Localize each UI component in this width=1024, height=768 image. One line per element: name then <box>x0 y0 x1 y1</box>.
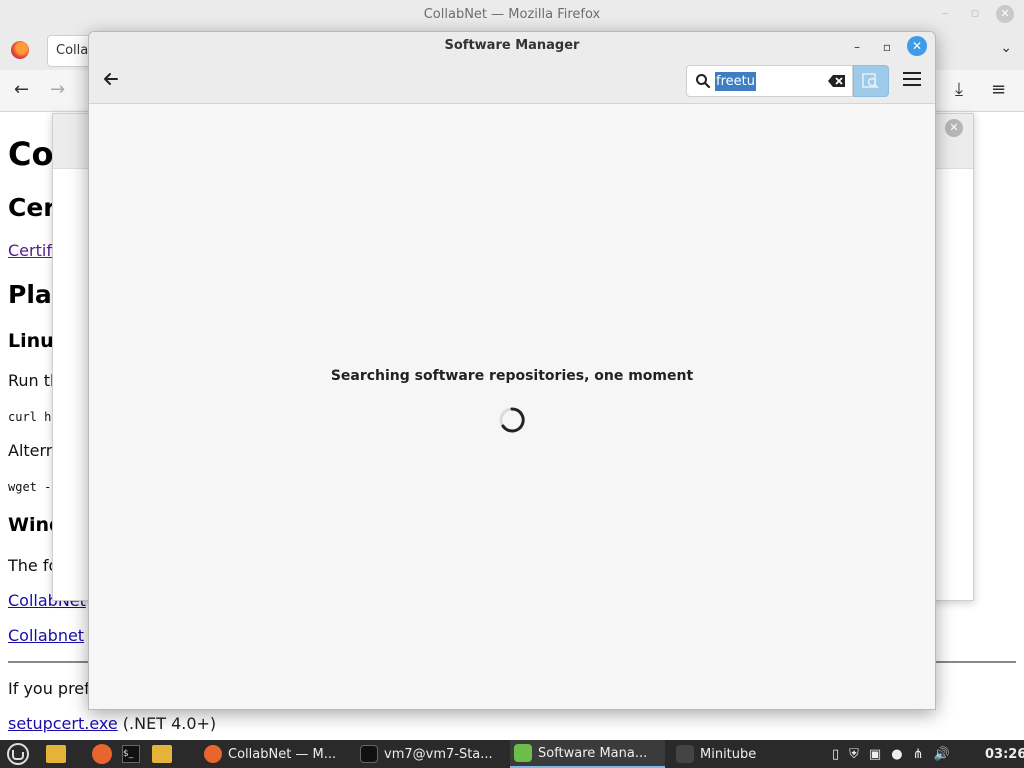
downloads-icon[interactable]: ⤓ <box>955 80 963 100</box>
firefox-titlebar: CollabNet — Mozilla Firefox – ▫ ✕ <box>0 0 1024 30</box>
search-in-descriptions-button[interactable] <box>853 65 889 97</box>
volume-icon[interactable]: 🔊 <box>933 747 949 762</box>
task-label: Software Mana... <box>538 745 648 761</box>
hamburger-menu-icon[interactable]: ≡ <box>991 80 1006 100</box>
firefox-icon <box>204 745 222 763</box>
search-field[interactable]: freetu <box>686 65 853 97</box>
software-manager-header: Software Manager – ▫ ✕ freetu <box>89 32 935 104</box>
taskbar-item-software-manager[interactable]: Software Mana... <box>510 740 665 768</box>
paragraph-following: The fo <box>8 556 59 575</box>
paragraph-alternatively: Altern <box>8 441 56 460</box>
code-wget: wget - <box>8 480 52 494</box>
window-title: Software Manager <box>444 38 580 53</box>
mint-menu-icon <box>7 743 29 765</box>
hamburger-menu-button[interactable] <box>903 72 921 90</box>
folder-icon <box>46 745 66 763</box>
search-icon <box>696 74 711 89</box>
files-launcher[interactable] <box>46 740 66 768</box>
search-input[interactable] <box>715 72 825 91</box>
back-button[interactable] <box>101 70 121 92</box>
collabnet-link-2[interactable]: Collabnet <box>8 626 84 645</box>
folder-icon <box>152 745 172 763</box>
heading-certificates: Cer <box>8 193 56 222</box>
mint-menu-button[interactable] <box>6 740 34 768</box>
software-manager-icon <box>514 744 532 762</box>
code-curl: curl h <box>8 410 52 424</box>
terminal-icon: $_ <box>122 745 140 763</box>
firefox-close-button[interactable]: ✕ <box>996 5 1014 23</box>
clear-search-icon[interactable] <box>828 74 846 88</box>
taskbar-item-firefox[interactable]: CollabNet — M... <box>200 740 350 768</box>
heading-linux: Linu <box>8 330 54 352</box>
back-arrow-icon[interactable]: ← <box>14 80 29 100</box>
shield-icon[interactable]: ⛨ <box>849 747 859 762</box>
firefox-minimize-button[interactable]: – <box>936 5 954 23</box>
paragraph-if-you-prefer: If you pref <box>8 679 90 698</box>
minitube-icon <box>676 745 694 763</box>
task-label: Minitube <box>700 746 757 762</box>
net-requirement: (.NET 4.0+) <box>117 714 217 733</box>
clock[interactable]: 03:26 <box>985 740 1024 768</box>
search-description-icon <box>862 73 879 89</box>
firefox-icon <box>11 41 29 59</box>
firefox-maximize-button[interactable]: ▫ <box>966 5 984 23</box>
background-dialog-close-icon[interactable]: ✕ <box>945 119 963 137</box>
taskbar-item-terminal[interactable]: vm7@vm7-Sta... <box>356 740 506 768</box>
task-label: CollabNet — M... <box>228 746 337 762</box>
close-button[interactable]: ✕ <box>907 36 927 56</box>
firefox-launcher[interactable] <box>92 740 112 768</box>
setup-line: setupcert.exe (.NET 4.0+) <box>8 714 216 733</box>
terminal-launcher[interactable]: $_ <box>122 740 140 768</box>
loading-spinner-icon <box>499 407 525 433</box>
certificate-link[interactable]: Certif <box>8 241 52 260</box>
software-manager-body: Searching software repositories, one mom… <box>89 104 935 709</box>
page-heading: Co <box>8 135 54 173</box>
searching-status-text: Searching software repositories, one mom… <box>330 368 694 384</box>
task-label: vm7@vm7-Sta... <box>384 746 493 762</box>
clipboard-icon[interactable]: ▯ <box>832 747 839 762</box>
tab-list-chevron-icon[interactable]: ⌄ <box>1000 40 1012 56</box>
taskbar: $_ CollabNet — M... vm7@vm7-Sta... Softw… <box>0 740 1024 768</box>
files-launcher-2[interactable] <box>152 740 172 768</box>
firefox-window-title: CollabNet — Mozilla Firefox <box>423 7 601 22</box>
update-manager-icon[interactable]: ▣ <box>869 747 881 762</box>
terminal-icon <box>360 745 378 763</box>
back-arrow-icon <box>104 73 118 85</box>
minimize-button[interactable]: – <box>848 38 866 56</box>
taskbar-item-minitube[interactable]: Minitube <box>672 740 802 768</box>
network-icon[interactable]: ⋔ <box>913 747 924 762</box>
user-icon[interactable]: ● <box>891 747 902 762</box>
forward-arrow-icon[interactable]: → <box>50 80 65 100</box>
software-manager-window: Software Manager – ▫ ✕ freetu Searching … <box>88 31 936 710</box>
setupcert-link[interactable]: setupcert.exe <box>8 714 118 733</box>
heading-platforms: Pla <box>8 280 52 309</box>
maximize-button[interactable]: ▫ <box>878 38 896 56</box>
system-tray: ▯ ⛨ ▣ ● ⋔ 🔊 <box>832 740 950 768</box>
firefox-icon <box>92 744 112 764</box>
